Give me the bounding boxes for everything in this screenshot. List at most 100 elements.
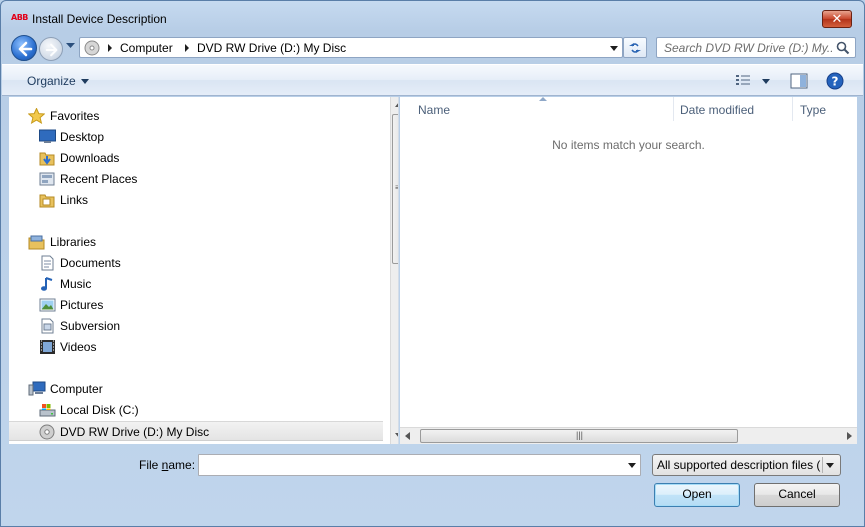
recent-pages-dropdown[interactable] bbox=[66, 42, 76, 52]
subversion-icon bbox=[41, 318, 54, 334]
back-arrow-icon bbox=[18, 41, 33, 57]
dvd-drive-icon bbox=[39, 424, 55, 440]
nav-item-subversion[interactable]: Subversion bbox=[9, 316, 383, 336]
nav-group-computer[interactable]: Computer bbox=[9, 379, 383, 399]
organize-button[interactable]: Organize bbox=[27, 74, 76, 88]
nav-label: Videos bbox=[60, 340, 97, 354]
star-icon bbox=[28, 108, 45, 124]
title-bar[interactable]: ABB Install Device Description ✕ bbox=[1, 1, 864, 33]
preview-pane-icon[interactable] bbox=[790, 73, 808, 89]
file-name-dropdown-icon[interactable] bbox=[628, 463, 636, 468]
dialog-window: ABB Install Device Description ✕ Compute… bbox=[0, 0, 865, 527]
nav-label: Favorites bbox=[50, 109, 100, 123]
nav-item-downloads[interactable]: Downloads bbox=[9, 148, 383, 168]
column-divider[interactable] bbox=[792, 97, 793, 121]
chevron-down-icon[interactable] bbox=[81, 79, 89, 84]
libraries-icon bbox=[28, 235, 45, 250]
file-type-dropdown-button[interactable] bbox=[822, 457, 837, 473]
scrollbar-grip-icon: ≡ bbox=[395, 183, 398, 192]
documents-icon bbox=[41, 255, 54, 271]
downloads-folder-icon bbox=[39, 152, 55, 166]
column-divider[interactable] bbox=[673, 97, 674, 121]
views-dropdown-icon[interactable] bbox=[762, 79, 770, 84]
scroll-left-icon[interactable] bbox=[405, 432, 410, 440]
computer-icon bbox=[28, 381, 46, 396]
search-box[interactable]: Search DVD RW Drive (D:) My... bbox=[656, 37, 856, 58]
pictures-icon bbox=[39, 298, 56, 312]
forward-arrow-icon bbox=[45, 43, 58, 57]
column-header-date-modified[interactable]: Date modified bbox=[680, 103, 754, 128]
file-list[interactable]: Name Date modified Type No items match y… bbox=[400, 97, 857, 444]
abb-logo-icon: ABB bbox=[11, 13, 28, 22]
help-icon[interactable]: ? bbox=[826, 72, 844, 90]
change-view-icon[interactable] bbox=[735, 74, 751, 88]
nav-item-recent-places[interactable]: Recent Places bbox=[9, 169, 383, 189]
nav-item-documents[interactable]: Documents bbox=[9, 253, 383, 273]
nav-label: Local Disk (C:) bbox=[60, 403, 139, 417]
cancel-button[interactable]: Cancel bbox=[754, 483, 840, 507]
nav-label: Downloads bbox=[60, 151, 120, 165]
window-title: Install Device Description bbox=[32, 12, 167, 26]
file-name-label: File name: bbox=[139, 458, 196, 472]
sort-ascending-icon bbox=[539, 97, 547, 101]
nav-item-pictures[interactable]: Pictures bbox=[9, 295, 383, 315]
scroll-right-icon[interactable] bbox=[847, 432, 852, 440]
file-list-scrollbar[interactable]: ||| bbox=[400, 427, 857, 444]
search-input[interactable]: Search DVD RW Drive (D:) My... bbox=[664, 41, 832, 55]
scrollbar-thumb[interactable]: ||| bbox=[420, 429, 738, 443]
address-row: Computer DVD RW Drive (D:) My Disc Searc… bbox=[1, 33, 864, 63]
scrollbar-grip-icon: ||| bbox=[576, 430, 584, 440]
recent-places-icon bbox=[39, 172, 55, 186]
nav-item-local-disk-c[interactable]: Local Disk (C:) bbox=[9, 400, 383, 420]
breadcrumb-computer[interactable]: Computer bbox=[120, 41, 173, 55]
empty-list-message: No items match your search. bbox=[552, 138, 705, 152]
scroll-up-icon[interactable] bbox=[395, 102, 399, 107]
nav-item-dvd-drive[interactable]: DVD RW Drive (D:) My Disc bbox=[9, 421, 383, 441]
nav-item-videos[interactable]: Videos bbox=[9, 337, 383, 357]
links-folder-icon bbox=[39, 194, 55, 208]
back-button[interactable] bbox=[11, 35, 37, 61]
nav-label: Links bbox=[60, 193, 89, 207]
nav-label: Recent Places bbox=[60, 172, 138, 186]
refresh-icon bbox=[629, 43, 641, 53]
crumb-separator-icon[interactable] bbox=[185, 44, 189, 52]
music-icon bbox=[41, 277, 53, 291]
command-toolbar: Organize ? bbox=[2, 64, 863, 96]
close-button[interactable]: ✕ bbox=[822, 10, 852, 28]
breadcrumb-dvd-drive[interactable]: DVD RW Drive (D:) My Disc bbox=[197, 41, 346, 55]
file-type-selected: All supported description files ( bbox=[657, 458, 821, 472]
nav-item-music[interactable]: Music bbox=[9, 274, 383, 294]
address-bar[interactable]: Computer DVD RW Drive (D:) My Disc bbox=[79, 37, 623, 58]
scroll-down-icon[interactable] bbox=[395, 433, 399, 438]
nav-label: Subversion bbox=[60, 319, 121, 333]
nav-item-desktop[interactable]: Desktop bbox=[9, 127, 383, 147]
column-header-type[interactable]: Type bbox=[800, 103, 826, 128]
nav-item-links[interactable]: Links bbox=[9, 190, 383, 210]
nav-label: DVD RW Drive (D:) My Disc bbox=[60, 425, 210, 439]
nav-label: Music bbox=[60, 277, 92, 291]
file-name-input[interactable] bbox=[198, 454, 641, 476]
nav-group-favorites[interactable]: Favorites bbox=[9, 106, 383, 126]
chevron-down-icon bbox=[66, 43, 75, 48]
nav-label: Pictures bbox=[60, 298, 104, 312]
crumb-separator-icon[interactable] bbox=[108, 44, 112, 52]
nav-pane-scrollbar[interactable]: ≡ bbox=[390, 97, 399, 444]
videos-icon bbox=[40, 340, 55, 354]
search-icon[interactable] bbox=[836, 41, 850, 55]
refresh-button[interactable] bbox=[623, 37, 647, 58]
local-disk-icon bbox=[39, 404, 56, 417]
nav-group-libraries[interactable]: Libraries bbox=[9, 232, 383, 252]
desktop-icon bbox=[39, 129, 56, 143]
nav-label: Computer bbox=[50, 382, 103, 396]
forward-button[interactable] bbox=[39, 37, 63, 61]
nav-label: Libraries bbox=[50, 235, 97, 249]
nav-label: Documents bbox=[60, 256, 121, 270]
address-dropdown-icon[interactable] bbox=[610, 46, 618, 51]
nav-label: Desktop bbox=[60, 130, 105, 144]
file-type-select[interactable]: All supported description files ( bbox=[652, 454, 841, 476]
svg-text:?: ? bbox=[832, 75, 839, 89]
open-button[interactable]: Open bbox=[654, 483, 740, 507]
dvd-drive-icon bbox=[84, 40, 100, 56]
column-header-name[interactable]: Name bbox=[418, 103, 450, 128]
navigation-pane[interactable]: Favorites Desktop Downloads Recent Place… bbox=[9, 97, 399, 444]
